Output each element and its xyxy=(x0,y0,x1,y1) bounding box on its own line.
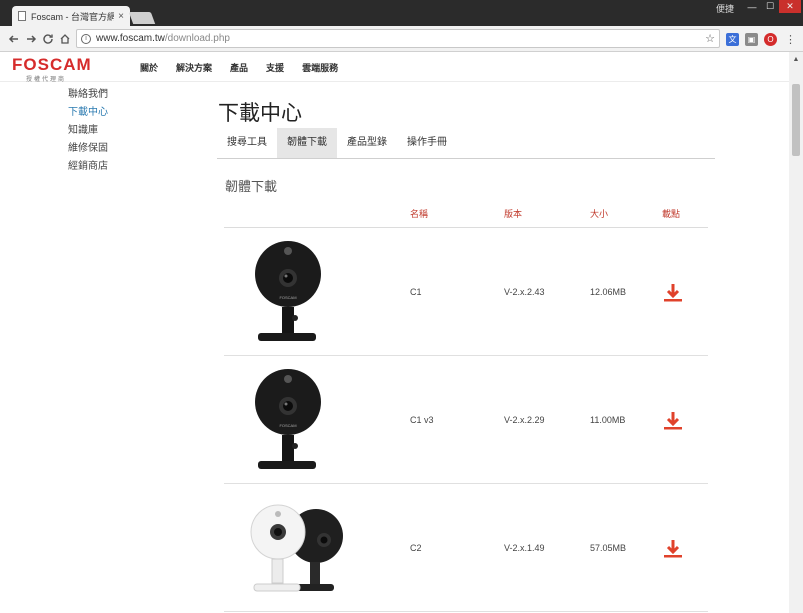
translate-icon[interactable]: 文 xyxy=(726,33,739,46)
section-title: 韌體下載 xyxy=(225,179,278,194)
download-tabs: 搜尋工具 韌體下載 產品型錄 操作手冊 xyxy=(217,128,715,159)
download-icon[interactable] xyxy=(662,538,684,560)
cell-version: V-2.x.2.43 xyxy=(504,287,545,297)
page-icon xyxy=(18,11,26,21)
header-download: 載點 xyxy=(662,209,681,219)
header-size: 大小 xyxy=(590,209,609,219)
maximize-button[interactable]: ☐ xyxy=(761,0,779,13)
camera-c1-image: FOSCAM xyxy=(255,241,321,341)
minimize-button[interactable]: — xyxy=(743,0,761,13)
close-window-button[interactable]: ✕ xyxy=(779,0,801,13)
cell-version: V-2.x.2.29 xyxy=(504,415,545,425)
url-text: www.foscam.tw/download.php xyxy=(96,33,230,44)
tab-title: Foscam - 台灣官方網站 xyxy=(31,11,115,22)
site-logo[interactable]: FOSCAM 授權代理商 xyxy=(12,56,92,83)
tab-catalog[interactable]: 產品型錄 xyxy=(337,128,397,158)
sidebar-item-dealers[interactable]: 經銷商店 xyxy=(68,160,108,178)
download-icon[interactable] xyxy=(662,410,684,432)
opera-icon[interactable]: O xyxy=(764,33,777,46)
browser-toolbar: i www.foscam.tw/download.php ☆ 文 ▣ O ⋮ xyxy=(0,26,803,52)
cell-name: C1 xyxy=(410,287,422,297)
nav-solutions[interactable]: 解決方案 xyxy=(176,61,212,74)
table-row: FOSCAM C1 v3 V-2.x.2.29 11.00MB xyxy=(224,356,708,484)
table-row: FOSCAM C1 V-2.x.2.43 12.06MB xyxy=(224,228,708,356)
camera-brand-label: FOSCAM xyxy=(279,423,296,428)
new-tab-button[interactable] xyxy=(128,12,156,24)
sidebar-item-knowledge[interactable]: 知識庫 xyxy=(68,124,108,142)
bookmark-star-icon[interactable]: ☆ xyxy=(705,32,715,45)
scroll-up-icon[interactable]: ▲ xyxy=(789,52,803,66)
tab-manual[interactable]: 操作手冊 xyxy=(397,128,457,158)
reload-button[interactable] xyxy=(40,31,56,47)
back-button[interactable] xyxy=(6,31,22,47)
tab-firmware[interactable]: 韌體下載 xyxy=(277,128,337,158)
nav-about[interactable]: 關於 xyxy=(140,61,158,74)
header-version: 版本 xyxy=(504,209,523,219)
profile-button[interactable]: 便捷 xyxy=(716,2,734,15)
cell-version: V-2.x.1.49 xyxy=(504,543,545,553)
menu-dots-icon[interactable]: ⋮ xyxy=(784,33,797,46)
cell-size: 12.06MB xyxy=(590,287,627,297)
browser-titlebar: Foscam - 台灣官方網站 × 便捷 — ☐ ✕ xyxy=(0,0,803,26)
table-row: C2 V-2.x.1.49 57.05MB xyxy=(224,484,708,612)
scroll-thumb[interactable] xyxy=(792,84,800,156)
table-header: 名稱 版本 大小 載點 xyxy=(224,205,708,228)
home-icon xyxy=(60,34,70,44)
cell-size: 11.00MB xyxy=(590,415,626,425)
address-bar[interactable]: i www.foscam.tw/download.php ☆ xyxy=(76,29,720,48)
tab-close-icon[interactable]: × xyxy=(118,11,124,22)
info-icon[interactable]: i xyxy=(81,33,91,44)
nav-cloud[interactable]: 雲端服務 xyxy=(302,61,338,74)
pocket-icon[interactable]: ▣ xyxy=(745,33,758,46)
nav-products[interactable]: 產品 xyxy=(230,61,248,74)
camera-c2-image xyxy=(250,504,343,592)
window-controls: — ☐ ✕ xyxy=(743,0,801,13)
arrow-left-icon xyxy=(8,35,18,43)
page-scrollbar[interactable]: ▲ xyxy=(789,52,803,613)
download-icon[interactable] xyxy=(662,282,684,304)
home-button[interactable] xyxy=(57,31,73,47)
camera-brand-label: FOSCAM xyxy=(279,295,296,300)
tab-search-tool[interactable]: 搜尋工具 xyxy=(217,128,277,158)
sidebar-item-download[interactable]: 下載中心 xyxy=(68,106,108,124)
cell-size: 57.05MB xyxy=(590,543,627,553)
sidebar-item-warranty[interactable]: 維修保固 xyxy=(68,142,108,160)
browser-tab[interactable]: Foscam - 台灣官方網站 × xyxy=(12,6,130,26)
cell-name: C1 v3 xyxy=(410,415,434,425)
cell-name: C2 xyxy=(410,543,422,553)
main-nav: 關於 解決方案 產品 支援 雲端服務 xyxy=(140,61,356,74)
site-header: FOSCAM 授權代理商 關於 解決方案 產品 支援 雲端服務 xyxy=(0,52,789,83)
camera-c1v3-image: FOSCAM xyxy=(255,369,321,469)
sidebar: 聯絡我們 下載中心 知識庫 維修保固 經銷商店 xyxy=(68,88,108,178)
arrow-right-icon xyxy=(27,35,37,43)
header-name: 名稱 xyxy=(410,209,429,219)
page-title: 下載中心 xyxy=(218,102,302,125)
nav-support[interactable]: 支援 xyxy=(266,61,284,74)
forward-button[interactable] xyxy=(23,31,39,47)
reload-icon xyxy=(43,34,53,44)
sidebar-item-contact[interactable]: 聯絡我們 xyxy=(68,88,108,106)
